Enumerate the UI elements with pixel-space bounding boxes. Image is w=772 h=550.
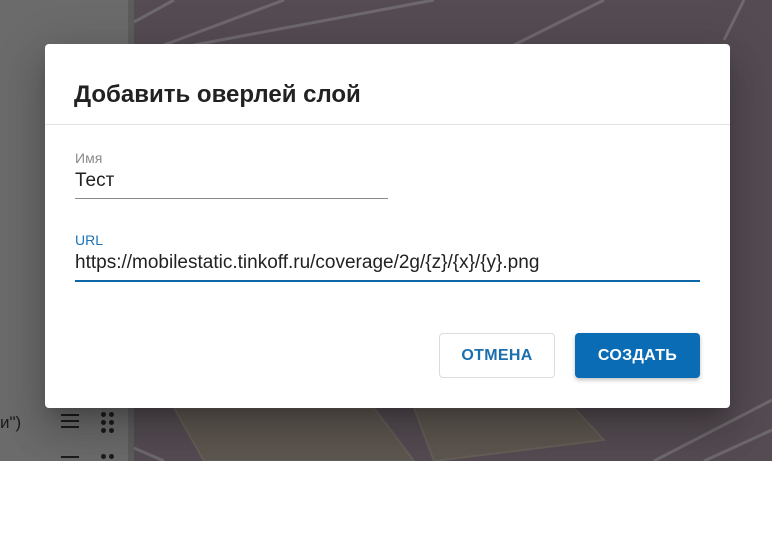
- app-viewport: и") Добавить оверлей слой Имя Тест URL h…: [0, 0, 772, 461]
- dialog-title: Добавить оверлей слой: [74, 81, 361, 108]
- cancel-button[interactable]: ОТМЕНА: [439, 333, 555, 378]
- name-field-label: Имя: [75, 150, 103, 166]
- url-field: URL: [75, 232, 700, 282]
- title-divider: [45, 124, 730, 125]
- name-field-underline: [75, 198, 388, 199]
- url-field-label: URL: [75, 232, 104, 248]
- add-overlay-layer-dialog: Добавить оверлей слой Имя URL ОТМЕНА СОЗ…: [45, 44, 730, 408]
- url-input[interactable]: [75, 252, 700, 280]
- name-input[interactable]: [75, 170, 388, 198]
- create-button[interactable]: СОЗДАТЬ: [575, 333, 700, 378]
- url-field-underline: [75, 280, 700, 282]
- name-field: Имя: [75, 150, 388, 199]
